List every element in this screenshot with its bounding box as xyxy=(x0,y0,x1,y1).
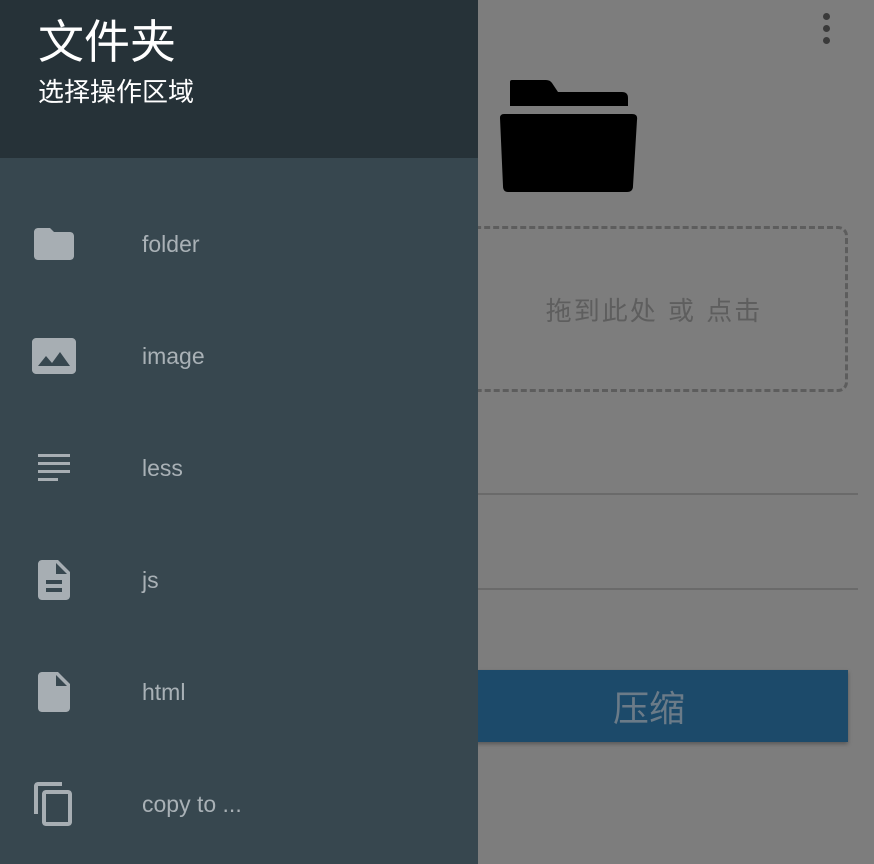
menu-item-label: image xyxy=(142,342,205,369)
file-icon xyxy=(30,668,78,716)
compress-button-label: 压缩 xyxy=(612,689,685,730)
input-underline[interactable] xyxy=(420,588,858,590)
menu-item-label: js xyxy=(142,566,159,593)
drawer-title: 文件夹 xyxy=(38,15,176,69)
input-underline[interactable] xyxy=(420,493,858,495)
menu-item-label: copy to ... xyxy=(142,790,242,817)
menu-item-copy-to[interactable]: copy to ... xyxy=(0,748,478,860)
text-lines-icon xyxy=(30,444,78,492)
menu-item-label: html xyxy=(142,678,186,705)
menu-item-image[interactable]: image xyxy=(0,300,478,412)
menu-item-label: folder xyxy=(142,230,200,257)
menu-item-less[interactable]: less xyxy=(0,412,478,524)
compress-button[interactable]: 压缩 xyxy=(420,670,848,742)
drawer-menu: folder image less js html copy to ... xyxy=(0,188,478,860)
drop-zone-text: 拖到此处 或 点击 xyxy=(545,296,763,327)
menu-item-html[interactable]: html xyxy=(0,636,478,748)
menu-item-label: less xyxy=(142,454,183,481)
image-icon xyxy=(30,332,78,380)
more-options-icon[interactable] xyxy=(812,8,840,48)
drawer-header: 文件夹 选择操作区域 xyxy=(0,0,478,158)
folder-icon xyxy=(496,76,640,196)
app-screen: 拖到此处 或 点击 压缩 文件夹 选择操作区域 folder image les… xyxy=(0,0,874,864)
navigation-drawer: 文件夹 选择操作区域 folder image less js html cop… xyxy=(0,0,478,864)
menu-item-folder[interactable]: folder xyxy=(0,188,478,300)
drawer-subtitle: 选择操作区域 xyxy=(38,78,195,108)
file-drop-zone[interactable]: 拖到此处 或 点击 xyxy=(420,226,848,392)
copy-icon xyxy=(30,780,78,828)
document-icon xyxy=(30,556,78,604)
folder-icon xyxy=(30,220,78,268)
menu-item-js[interactable]: js xyxy=(0,524,478,636)
